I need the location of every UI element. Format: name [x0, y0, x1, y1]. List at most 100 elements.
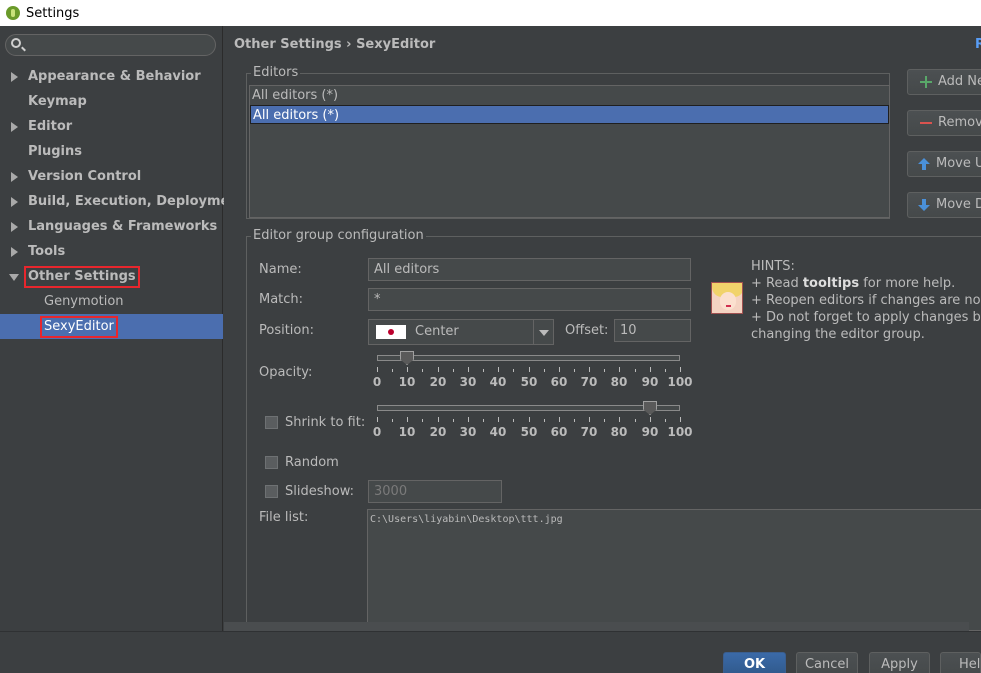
slider-tick — [589, 367, 590, 372]
ok-button[interactable]: OK — [723, 652, 786, 673]
shrink-checkbox[interactable] — [265, 416, 278, 429]
sidebar-item-plugins[interactable]: Plugins — [0, 139, 223, 164]
sidebar-item-other-settings[interactable]: Other Settings — [0, 264, 223, 289]
arrow-up-icon — [918, 158, 930, 170]
sidebar-item-appearance[interactable]: Appearance & Behavior — [0, 64, 223, 89]
slider-tick — [483, 369, 484, 372]
reset-link[interactable]: R — [975, 37, 981, 52]
window-titlebar: Settings — [0, 0, 981, 26]
chevron-right-icon[interactable] — [11, 72, 18, 82]
name-field[interactable]: All editors — [368, 258, 691, 281]
minus-icon — [920, 122, 932, 124]
position-label: Position: — [259, 323, 314, 338]
random-label: Random — [285, 455, 339, 470]
slider-tick — [513, 419, 514, 422]
match-label: Match: — [259, 292, 304, 307]
list-item[interactable]: All editors (*) — [250, 86, 889, 105]
offset-field[interactable]: 10 — [614, 319, 691, 342]
move-down-button[interactable]: Move D — [907, 192, 981, 218]
cancel-button[interactable]: Cancel — [796, 652, 858, 673]
slider-tick-label: 0 — [372, 425, 382, 439]
slider-tick — [574, 369, 575, 372]
hints-title: HINTS: — [751, 259, 795, 274]
hints-line: changing the editor group. — [751, 327, 925, 342]
sidebar-item-languages[interactable]: Languages & Frameworks — [0, 214, 223, 239]
match-field[interactable]: * — [368, 288, 691, 311]
slider-track[interactable] — [377, 405, 680, 411]
slider-tick-label: 0 — [372, 375, 382, 389]
slider-tick-label: 60 — [550, 425, 568, 439]
apply-button[interactable]: Apply — [869, 652, 930, 673]
slider-tick-label: 100 — [667, 425, 693, 439]
slider-tick — [468, 417, 469, 422]
sidebar-item-build[interactable]: Build, Execution, Deployment — [0, 189, 245, 214]
slider-tick — [498, 367, 499, 372]
opacity-label: Opacity: — [259, 365, 313, 380]
slider-tick — [377, 367, 378, 372]
filelist-label: File list: — [259, 510, 309, 525]
shrink-label: Shrink to fit: — [285, 415, 366, 430]
slider-tick-label: 70 — [580, 375, 598, 389]
random-checkbox[interactable] — [265, 456, 278, 469]
horizontal-scrollbar[interactable] — [224, 622, 969, 631]
chevron-down-icon[interactable] — [9, 274, 19, 281]
slideshow-checkbox[interactable] — [265, 485, 278, 498]
slider-tick — [468, 367, 469, 372]
slider-tick-label: 40 — [489, 425, 507, 439]
slider-tick — [680, 367, 681, 372]
window-title: Settings — [26, 5, 80, 21]
android-studio-icon — [6, 6, 20, 20]
position-select[interactable]: Center — [368, 319, 554, 345]
slider-tick — [650, 367, 651, 372]
slider-tick — [604, 369, 605, 372]
sidebar-item-version-control[interactable]: Version Control — [0, 164, 223, 189]
slider-tick-label: 80 — [610, 375, 628, 389]
move-up-button[interactable]: Move U — [907, 151, 981, 177]
slideshow-label: Slideshow: — [285, 484, 354, 499]
chevron-right-icon[interactable] — [11, 222, 18, 232]
highlight-box: Other Settings — [24, 266, 140, 288]
offset-label: Offset: — [565, 323, 609, 338]
slider-tick — [392, 419, 393, 422]
chevron-right-icon[interactable] — [11, 197, 18, 207]
add-new-button[interactable]: Add Ne — [907, 69, 981, 95]
sidebar-item-sexyeditor[interactable]: SexyEditor — [0, 314, 223, 339]
filelist-textarea[interactable]: C:\Users\liyabin\Desktop\ttt.jpg — [367, 509, 981, 631]
slider-tick-label: 50 — [520, 425, 538, 439]
slider-tick — [635, 419, 636, 422]
slider-tick-label: 60 — [550, 375, 568, 389]
chevron-down-icon[interactable] — [533, 320, 553, 344]
sidebar-item-editor[interactable]: Editor — [0, 114, 223, 139]
chevron-right-icon[interactable] — [11, 247, 18, 257]
sidebar-item-keymap[interactable]: Keymap — [0, 89, 223, 114]
slider-tick — [665, 419, 666, 422]
slider-track[interactable] — [377, 355, 680, 361]
slider-tick — [680, 417, 681, 422]
slider-tick — [589, 417, 590, 422]
list-item[interactable]: All editors (*) — [250, 105, 889, 124]
slider-tick-label: 30 — [459, 375, 477, 389]
avatar — [711, 282, 743, 314]
slider-tick-label: 10 — [398, 425, 416, 439]
slider-tick — [665, 369, 666, 372]
hints-line: + Reopen editors if changes are not vis — [751, 293, 981, 308]
slider-tick — [604, 419, 605, 422]
chevron-right-icon[interactable] — [11, 122, 18, 132]
sidebar-item-genymotion[interactable]: Genymotion — [0, 289, 223, 314]
slider-tick — [453, 419, 454, 422]
slider-tick — [529, 367, 530, 372]
editors-list[interactable]: All editors (*) All editors (*) — [249, 85, 890, 218]
search-input[interactable] — [26, 37, 211, 53]
settings-search[interactable] — [5, 34, 216, 56]
slider-tick-label: 50 — [520, 375, 538, 389]
remove-button[interactable]: Remov — [907, 110, 981, 136]
chevron-right-icon[interactable] — [11, 172, 18, 182]
sidebar-item-tools[interactable]: Tools — [0, 239, 223, 264]
slider-tick — [513, 369, 514, 372]
slider-tick — [453, 369, 454, 372]
settings-sidebar: Appearance & Behavior Keymap Editor Plug… — [0, 26, 245, 631]
slideshow-field[interactable]: 3000 — [368, 480, 502, 503]
slider-ticks — [377, 367, 681, 373]
slider-tick-labels: 0 10 20 30 40 50 60 70 80 90 100 — [373, 425, 693, 439]
help-button[interactable]: Help — [940, 652, 981, 673]
